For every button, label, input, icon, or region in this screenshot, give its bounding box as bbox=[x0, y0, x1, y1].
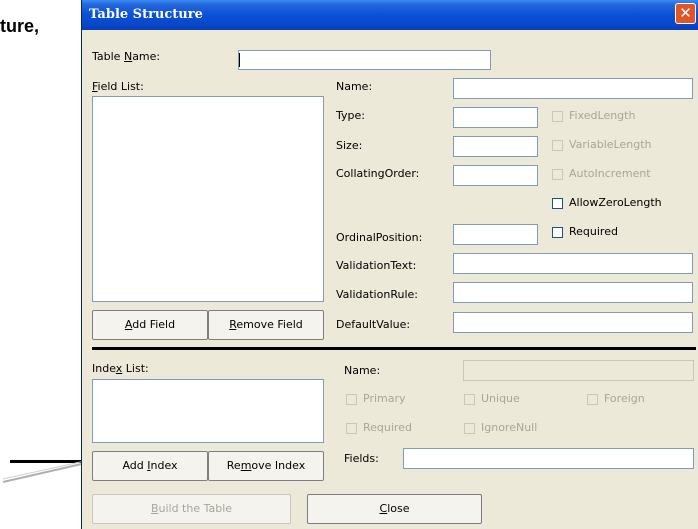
default-value-input[interactable] bbox=[453, 312, 693, 333]
close-button[interactable]: Close bbox=[307, 494, 482, 524]
index-required-label: Required bbox=[363, 421, 412, 434]
default-value-label: DefaultValue: bbox=[336, 318, 411, 331]
ignore-null-label: IgnoreNull bbox=[481, 421, 538, 434]
validation-text-label: ValidationText: bbox=[336, 259, 417, 272]
add-index-button[interactable]: Add Index bbox=[92, 451, 208, 481]
index-list-box[interactable] bbox=[92, 379, 324, 443]
field-type-input[interactable] bbox=[453, 107, 538, 128]
remove-field-button[interactable]: Remove Field bbox=[208, 310, 324, 340]
ignore-null-checkbox[interactable] bbox=[464, 423, 475, 434]
close-window-button[interactable]: ✕ bbox=[675, 3, 696, 24]
unique-checkbox[interactable] bbox=[464, 394, 475, 405]
auto-increment-checkbox[interactable] bbox=[552, 169, 563, 180]
variable-length-checkbox[interactable] bbox=[552, 140, 563, 151]
field-list-box[interactable] bbox=[92, 96, 324, 302]
fields-label: Fields: bbox=[344, 452, 379, 465]
index-name-label: Name: bbox=[344, 364, 381, 377]
index-name-input[interactable] bbox=[463, 360, 694, 381]
section-divider bbox=[92, 347, 696, 350]
remove-index-button[interactable]: Remove Index bbox=[208, 451, 324, 481]
field-size-input[interactable] bbox=[453, 136, 538, 157]
foreign-checkbox[interactable] bbox=[587, 394, 598, 405]
index-list-label: Index List: bbox=[92, 362, 149, 375]
ordinal-position-label: OrdinalPosition: bbox=[336, 231, 423, 244]
allow-zero-length-label: AllowZeroLength bbox=[569, 196, 662, 209]
field-name-label: Name: bbox=[336, 80, 373, 93]
ordinal-position-input[interactable] bbox=[453, 224, 538, 245]
collating-order-label: CollatingOrder: bbox=[336, 167, 420, 180]
field-name-input[interactable] bbox=[453, 78, 693, 99]
allow-zero-length-checkbox[interactable] bbox=[552, 198, 563, 209]
auto-increment-label: AutoIncrement bbox=[569, 167, 651, 180]
collating-order-input[interactable] bbox=[453, 165, 538, 186]
text-caret bbox=[239, 53, 240, 67]
validation-text-input[interactable] bbox=[453, 253, 693, 274]
field-required-checkbox[interactable] bbox=[552, 227, 563, 238]
table-structure-dialog: Table Structure ✕ Table Name: Field List… bbox=[81, 0, 698, 529]
index-required-checkbox[interactable] bbox=[346, 423, 357, 434]
primary-checkbox[interactable] bbox=[346, 394, 357, 405]
add-field-button[interactable]: Add Field bbox=[92, 310, 208, 340]
fixed-length-checkbox[interactable] bbox=[552, 111, 563, 122]
foreign-label: Foreign bbox=[604, 392, 645, 405]
table-name-label: Table Name: bbox=[92, 50, 161, 63]
validation-rule-label: ValidationRule: bbox=[336, 288, 418, 301]
table-name-input[interactable] bbox=[238, 50, 491, 70]
fixed-length-label: FixedLength bbox=[569, 109, 636, 122]
document-text-fragment: ture, bbox=[0, 16, 40, 36]
unique-label: Unique bbox=[481, 392, 520, 405]
validation-rule-input[interactable] bbox=[453, 282, 693, 303]
field-size-label: Size: bbox=[336, 139, 363, 152]
title-bar: Table Structure ✕ bbox=[82, 0, 698, 30]
primary-label: Primary bbox=[363, 392, 406, 405]
variable-length-label: VariableLength bbox=[569, 138, 652, 151]
field-list-label: Field List: bbox=[92, 80, 144, 93]
index-fields-input[interactable] bbox=[403, 448, 694, 469]
dialog-title: Table Structure bbox=[89, 7, 203, 22]
build-table-button[interactable]: Build the Table bbox=[92, 494, 291, 524]
field-required-label: Required bbox=[569, 225, 618, 238]
field-type-label: Type: bbox=[336, 109, 365, 122]
